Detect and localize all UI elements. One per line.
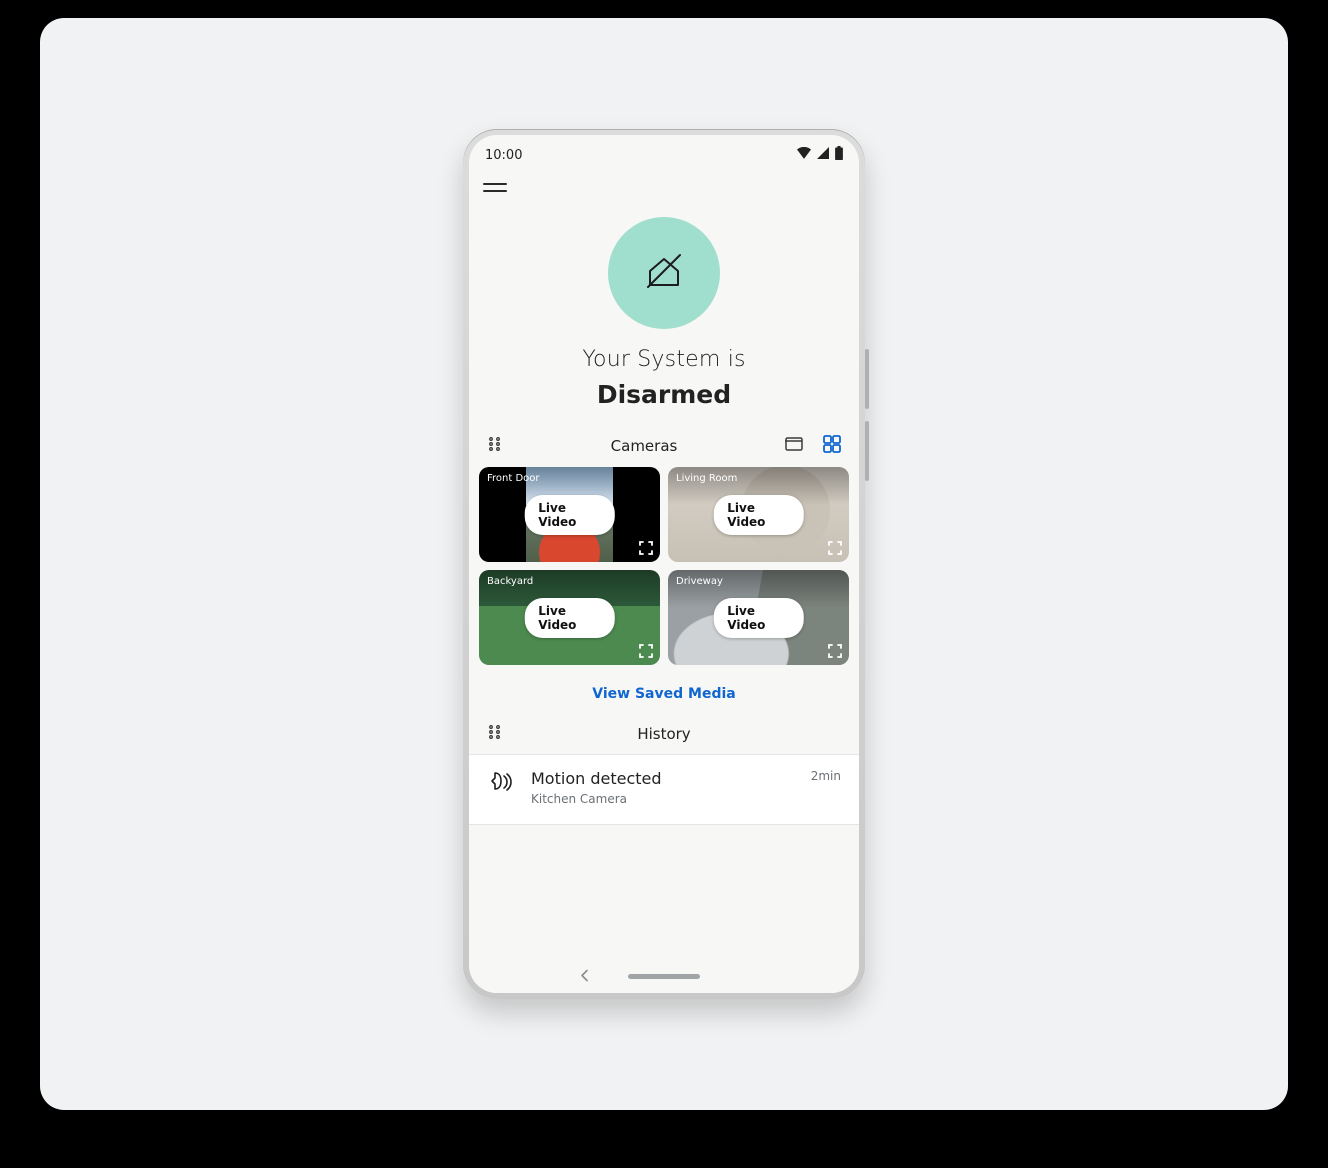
disarmed-home-icon [638,245,690,301]
camera-grid: Front Door Live Video Living Room Live V… [469,467,859,665]
menu-icon[interactable] [483,175,507,199]
camera-name-label: Backyard [487,576,533,587]
app-top-bar [469,169,859,199]
history-item[interactable]: Motion detected Kitchen Camera 2min [469,754,859,825]
fullscreen-icon[interactable] [827,643,843,659]
status-bar-time: 10:00 [485,148,522,163]
live-video-button[interactable]: Live Video [713,495,804,535]
view-saved-media-row: View Saved Media [469,683,859,702]
single-view-icon[interactable] [785,436,803,456]
fullscreen-icon[interactable] [638,540,654,556]
live-video-button[interactable]: Live Video [524,598,615,638]
camera-card-driveway[interactable]: Driveway Live Video [668,570,849,665]
motion-icon [487,769,519,799]
camera-card-backyard[interactable]: Backyard Live Video [479,570,660,665]
wifi-icon [797,147,811,163]
nav-home-pill[interactable] [628,974,700,979]
cellular-icon [817,147,829,163]
nav-back-icon[interactable] [579,967,591,986]
android-nav-bar [469,959,859,993]
fullscreen-icon[interactable] [638,643,654,659]
system-status-label: Your System is [582,347,745,372]
system-status-block: Your System is Disarmed [469,217,859,409]
fullscreen-icon[interactable] [827,540,843,556]
history-section-header: History [469,708,859,754]
background-panel: 10:00 [40,18,1288,1110]
cameras-section-title: Cameras [611,437,678,455]
camera-name-label: Driveway [676,576,723,587]
phone-side-button [865,349,869,409]
history-section-title: History [469,725,859,743]
camera-card-living-room[interactable]: Living Room Live Video [668,467,849,562]
status-bar-icons [797,146,843,164]
view-saved-media-link[interactable]: View Saved Media [592,686,735,702]
drag-handle-icon[interactable] [487,436,503,456]
history-event-subtitle: Kitchen Camera [531,792,799,806]
live-video-button[interactable]: Live Video [713,598,804,638]
cameras-section-header: Cameras [469,409,859,467]
app-screen: 10:00 [469,135,859,993]
phone-side-button [865,421,869,481]
camera-name-label: Front Door [487,473,540,484]
system-status-state: Disarmed [597,380,731,409]
phone-frame: 10:00 [463,129,865,999]
camera-name-label: Living Room [676,473,737,484]
live-video-button[interactable]: Live Video [524,495,615,535]
grid-view-icon[interactable] [823,435,841,457]
history-event-title: Motion detected [531,769,799,788]
history-event-time: 2min [811,769,841,783]
status-bar: 10:00 [469,135,859,169]
camera-card-front-door[interactable]: Front Door Live Video [479,467,660,562]
battery-icon [835,146,843,164]
system-status-icon-circle[interactable] [608,217,720,329]
